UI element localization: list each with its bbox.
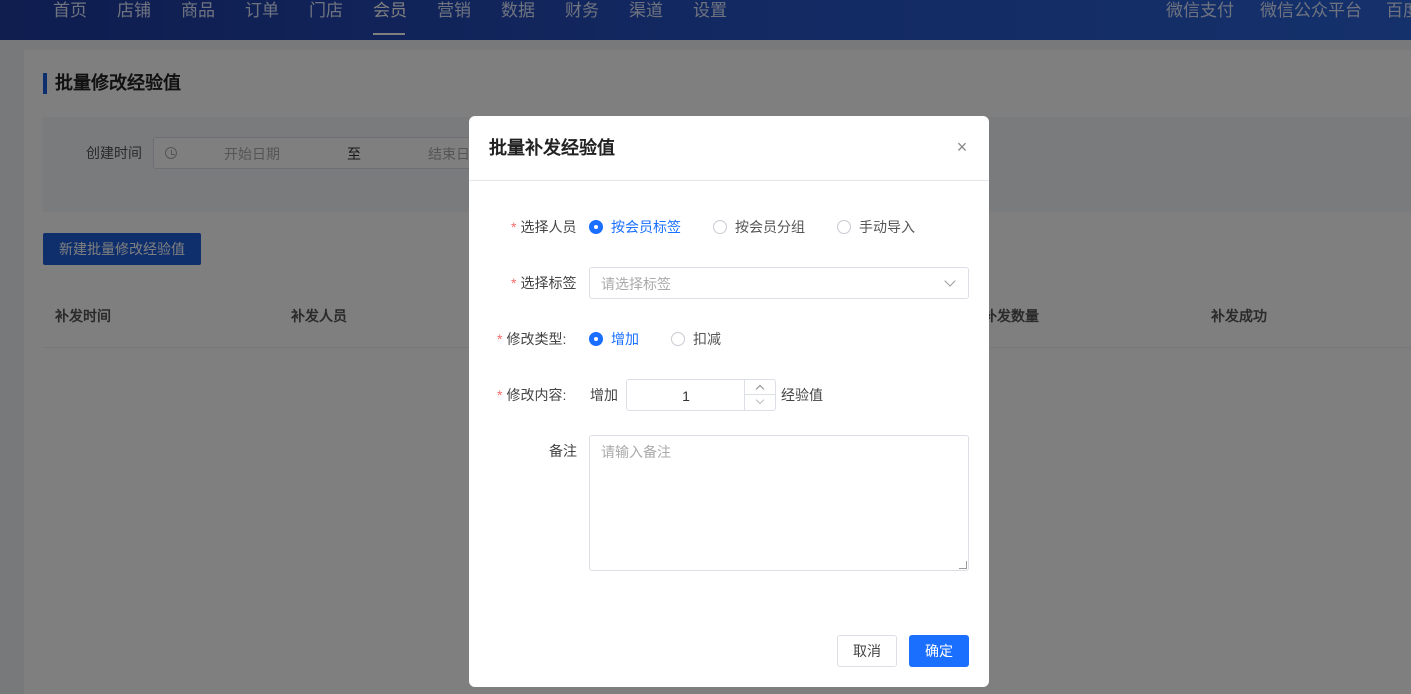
dialog-title: 批量补发经验值: [489, 138, 615, 158]
quantity-input[interactable]: 1: [627, 386, 745, 406]
remark-textarea[interactable]: 请输入备注: [589, 435, 969, 571]
radio-decrease[interactable]: 扣减: [671, 329, 731, 349]
radio-dot: [589, 332, 603, 346]
tag-select-placeholder: 请选择标签: [601, 276, 671, 292]
cancel-button[interactable]: 取消: [837, 635, 897, 667]
radio-dot: [713, 220, 727, 234]
confirm-button[interactable]: 确定: [909, 635, 969, 667]
radio-by-tag[interactable]: 按会员标签: [589, 217, 689, 237]
dialog-divider: [469, 180, 989, 181]
field-label-tag: * 选择标签: [511, 275, 577, 291]
chevron-down-icon[interactable]: [745, 395, 776, 410]
chevron-up-icon[interactable]: [745, 380, 776, 395]
radio-dot: [671, 332, 685, 346]
close-icon[interactable]: ×: [953, 138, 971, 156]
field-label-members: * 选择人员: [511, 219, 577, 235]
radio-increase[interactable]: 增加: [589, 329, 649, 349]
field-label-type: * 修改类型:: [497, 331, 567, 347]
field-label-content: * 修改内容:: [497, 387, 567, 403]
batch-experience-dialog: 批量补发经验值 × * 选择人员 按会员标签 按会员分组 手动导入 * 选择标签 请…: [469, 116, 989, 687]
radio-manual-import[interactable]: 手动导入: [837, 217, 927, 237]
tag-select[interactable]: 请选择标签: [589, 267, 969, 299]
content-suffix: 经验值: [781, 387, 823, 403]
radio-by-group[interactable]: 按会员分组: [713, 217, 813, 237]
chevron-down-icon: [944, 275, 956, 287]
radio-dot: [589, 220, 603, 234]
quantity-stepper[interactable]: 1: [626, 379, 776, 411]
stepper-controls: [744, 380, 776, 410]
content-prefix: 增加: [590, 387, 618, 403]
field-label-remark: 备注: [549, 443, 577, 459]
remark-placeholder: 请输入备注: [601, 444, 671, 460]
radio-dot: [837, 220, 851, 234]
resize-handle-icon[interactable]: [959, 561, 967, 569]
